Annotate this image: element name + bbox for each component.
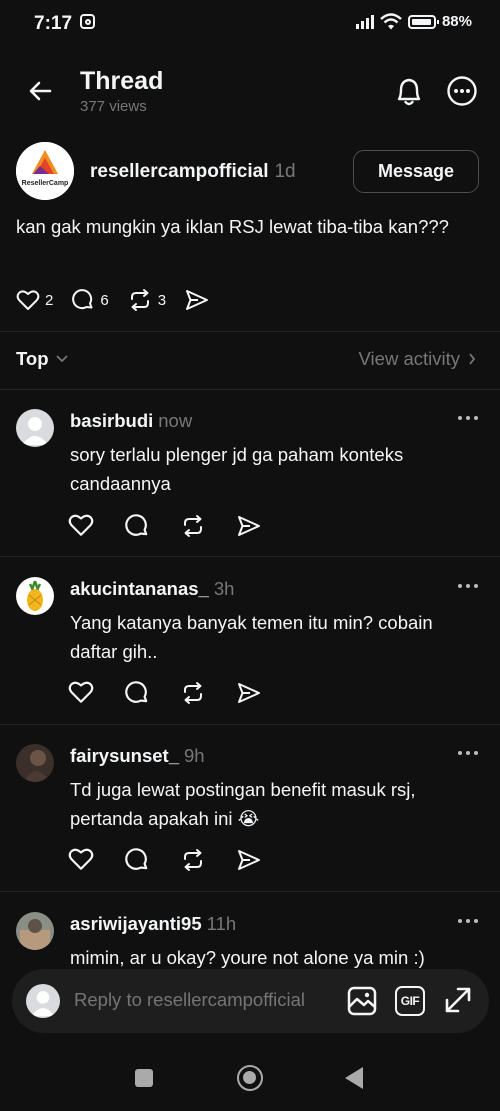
svg-text:ResellerCamp: ResellerCamp [22, 180, 69, 187]
reply-actions [68, 680, 262, 706]
avatar [26, 984, 60, 1018]
bell-icon[interactable] [393, 74, 425, 108]
reply-composer: GIF [12, 969, 489, 1033]
recents-icon[interactable] [135, 1069, 153, 1087]
divider [0, 389, 500, 390]
reply-actions [68, 513, 262, 539]
divider [0, 724, 500, 725]
back-arrow-icon[interactable] [26, 76, 56, 106]
resellercamp-logo: ResellerCamp [16, 142, 74, 200]
divider [0, 891, 500, 892]
image-icon[interactable] [346, 985, 378, 1017]
battery-percent: 88% [441, 13, 472, 30]
back-triangle-icon[interactable] [345, 1067, 363, 1089]
post-author[interactable]: resellercampofficial 1d [90, 161, 296, 183]
reply-author[interactable]: fairysunset_ 9h [70, 745, 205, 767]
repost-icon[interactable] [180, 680, 206, 706]
author-username[interactable]: resellercampofficial [90, 161, 268, 182]
instagram-notification-icon [80, 14, 95, 29]
heart-icon[interactable] [68, 680, 94, 704]
more-icon[interactable] [456, 413, 480, 423]
wifi-icon [380, 13, 402, 30]
sort-dropdown[interactable]: Top [16, 348, 69, 370]
send-icon[interactable] [236, 680, 262, 706]
send-icon[interactable] [236, 847, 262, 873]
default-avatar-icon [16, 409, 54, 447]
home-icon[interactable] [237, 1065, 263, 1091]
like-count: 2 [45, 291, 54, 309]
post-text: kan gak mungkin ya iklan RSJ lewat tiba-… [16, 216, 449, 237]
chevron-right-icon [469, 353, 476, 365]
photo-avatar-icon [16, 912, 54, 950]
status-time: 7:17 [34, 13, 73, 34]
repost-icon[interactable] [180, 847, 206, 873]
reply-author[interactable]: asriwijayanti95 11h [70, 913, 236, 935]
repost-icon[interactable] [127, 288, 153, 312]
like-action[interactable]: 2 [16, 289, 53, 311]
sort-row: Top View activity [16, 346, 484, 376]
comment-icon[interactable] [71, 288, 95, 312]
repost-icon[interactable] [180, 513, 206, 539]
avatar[interactable] [16, 409, 54, 447]
status-bar: 7:17 88% [0, 0, 500, 48]
pineapple-avatar-icon [16, 577, 54, 615]
comment-icon[interactable] [124, 513, 150, 539]
photo-avatar-icon [16, 744, 54, 782]
more-options-icon[interactable] [446, 75, 478, 107]
more-icon[interactable] [456, 916, 480, 926]
post-actions: 2 6 3 [16, 286, 228, 314]
message-button[interactable]: Message [353, 150, 479, 193]
view-activity-link[interactable]: View activity [359, 348, 476, 370]
view-count: 377 views [80, 98, 147, 115]
share-action[interactable] [184, 288, 210, 312]
divider [0, 556, 500, 557]
avatar[interactable] [16, 577, 54, 615]
repost-action[interactable]: 3 [127, 288, 166, 312]
reply-action[interactable]: 6 [71, 288, 109, 312]
page-title: Thread [80, 67, 164, 95]
author-avatar[interactable]: ResellerCamp [16, 142, 74, 200]
system-nav-bar [0, 1045, 500, 1111]
chevron-down-icon [55, 355, 68, 363]
comment-icon[interactable] [124, 847, 150, 873]
avatar[interactable] [16, 912, 54, 950]
gif-icon[interactable]: GIF [395, 986, 425, 1016]
comment-icon[interactable] [124, 680, 150, 706]
status-right: 88% [355, 13, 472, 30]
default-avatar-icon [26, 984, 60, 1018]
send-icon[interactable] [236, 513, 262, 539]
post-time: 1d [274, 161, 296, 182]
reply-text: Yang katanya banyak temen itu min? cobai… [70, 612, 433, 662]
battery-icon [407, 14, 439, 29]
reply-author[interactable]: basirbudi now [70, 410, 192, 432]
thread-header: Thread 377 views [0, 58, 500, 124]
heart-icon[interactable] [68, 847, 94, 871]
heart-icon[interactable] [68, 513, 94, 537]
sort-label: Top [16, 348, 49, 369]
divider [0, 331, 500, 332]
reply-text: Td juga lewat postingan benefit masuk rs… [70, 779, 416, 829]
reply-input[interactable] [74, 989, 334, 1011]
avatar[interactable] [16, 744, 54, 782]
signal-icon [355, 14, 374, 29]
reply-count: 6 [100, 291, 109, 309]
expand-icon[interactable] [443, 985, 473, 1015]
reply-author[interactable]: akucintananas_ 3h [70, 578, 234, 600]
send-icon[interactable] [184, 288, 210, 312]
reply-actions [68, 847, 262, 873]
reply-text: mimin, ar u okay? youre not alone ya min… [70, 947, 425, 968]
view-activity-label: View activity [358, 348, 460, 369]
repost-count: 3 [157, 291, 167, 309]
heart-icon[interactable] [16, 289, 40, 311]
more-icon[interactable] [456, 581, 480, 591]
more-icon[interactable] [456, 748, 480, 758]
reply-text: sory terlalu plenger jd ga paham konteks… [70, 444, 404, 494]
